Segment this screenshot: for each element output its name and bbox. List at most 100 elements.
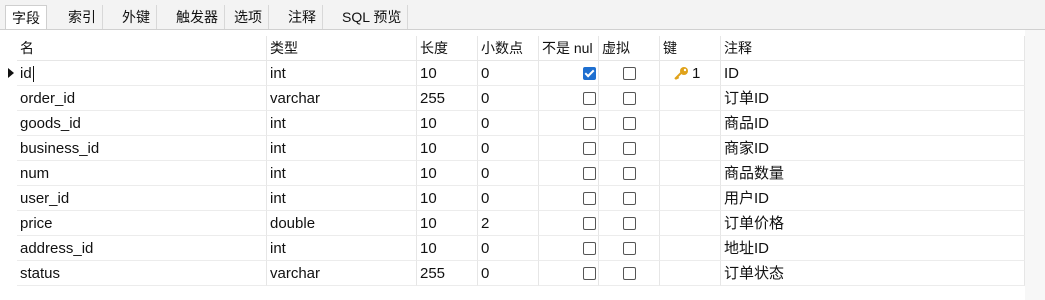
not-null-checkbox[interactable]: [583, 267, 596, 280]
virtual-checkbox[interactable]: [623, 242, 636, 255]
cell-name[interactable]: id: [17, 61, 267, 86]
cell-length[interactable]: 10: [417, 136, 478, 161]
cell-not-null: [539, 61, 599, 86]
cell-decimals[interactable]: 0: [478, 111, 539, 136]
cell-type[interactable]: varchar: [267, 261, 417, 286]
cell-key[interactable]: [660, 211, 721, 236]
table-row[interactable]: goods_id int 10 0 商品ID: [17, 111, 1025, 136]
not-null-checkbox[interactable]: [583, 217, 596, 230]
cell-length[interactable]: 10: [417, 236, 478, 261]
tab-options[interactable]: 选项: [228, 5, 269, 30]
cell-comment[interactable]: 订单状态: [721, 261, 1025, 286]
virtual-checkbox[interactable]: [623, 217, 636, 230]
tab-triggers[interactable]: 触发器: [170, 5, 225, 30]
table-row[interactable]: user_id int 10 0 用户ID: [17, 186, 1025, 211]
cell-name[interactable]: price: [17, 211, 267, 236]
virtual-checkbox[interactable]: [623, 117, 636, 130]
table-row[interactable]: id int 10 0 1 ID: [17, 61, 1025, 86]
cell-type[interactable]: varchar: [267, 86, 417, 111]
cell-type[interactable]: int: [267, 186, 417, 211]
table-row[interactable]: price double 10 2 订单价格: [17, 211, 1025, 236]
cell-decimals[interactable]: 0: [478, 61, 539, 86]
cell-key[interactable]: [660, 86, 721, 111]
cell-comment[interactable]: 商品数量: [721, 161, 1025, 186]
cell-comment[interactable]: 商家ID: [721, 136, 1025, 161]
column-header-name[interactable]: 名: [17, 36, 267, 61]
cell-comment[interactable]: ID: [721, 61, 1025, 86]
virtual-checkbox[interactable]: [623, 92, 636, 105]
table-row[interactable]: num int 10 0 商品数量: [17, 161, 1025, 186]
cell-name[interactable]: address_id: [17, 236, 267, 261]
cell-not-null: [539, 86, 599, 111]
cell-key[interactable]: [660, 186, 721, 211]
cell-key[interactable]: [660, 261, 721, 286]
cell-length[interactable]: 10: [417, 111, 478, 136]
cell-decimals[interactable]: 0: [478, 261, 539, 286]
table-row[interactable]: address_id int 10 0 地址ID: [17, 236, 1025, 261]
not-null-checkbox[interactable]: [583, 242, 596, 255]
virtual-checkbox[interactable]: [623, 192, 636, 205]
column-header-comment[interactable]: 注释: [721, 36, 1025, 61]
not-null-checkbox[interactable]: [583, 92, 596, 105]
cell-length[interactable]: 10: [417, 61, 478, 86]
cell-type[interactable]: int: [267, 236, 417, 261]
cell-comment[interactable]: 商品ID: [721, 111, 1025, 136]
cell-decimals[interactable]: 0: [478, 236, 539, 261]
virtual-checkbox[interactable]: [623, 167, 636, 180]
column-header-key[interactable]: 键: [660, 36, 721, 61]
cell-comment[interactable]: 用户ID: [721, 186, 1025, 211]
cell-key[interactable]: [660, 161, 721, 186]
cell-decimals[interactable]: 0: [478, 161, 539, 186]
cell-key[interactable]: [660, 111, 721, 136]
vertical-scrollbar[interactable]: [1025, 30, 1045, 300]
cell-name[interactable]: user_id: [17, 186, 267, 211]
cell-type[interactable]: int: [267, 111, 417, 136]
tab-comments[interactable]: 注释: [282, 5, 323, 30]
table-row[interactable]: status varchar 255 0 订单状态: [17, 261, 1025, 286]
cell-name[interactable]: num: [17, 161, 267, 186]
cell-name[interactable]: status: [17, 261, 267, 286]
not-null-checkbox[interactable]: [583, 167, 596, 180]
cell-comment[interactable]: 订单ID: [721, 86, 1025, 111]
not-null-checkbox[interactable]: [583, 142, 596, 155]
virtual-checkbox[interactable]: [623, 142, 636, 155]
cell-name[interactable]: business_id: [17, 136, 267, 161]
cell-decimals[interactable]: 0: [478, 86, 539, 111]
cell-name[interactable]: order_id: [17, 86, 267, 111]
cell-length[interactable]: 10: [417, 211, 478, 236]
column-header-decimals[interactable]: 小数点: [478, 36, 539, 61]
cell-decimals[interactable]: 0: [478, 136, 539, 161]
cell-type[interactable]: double: [267, 211, 417, 236]
cell-length[interactable]: 255: [417, 261, 478, 286]
column-header-virtual[interactable]: 虚拟: [599, 36, 660, 61]
tab-fields[interactable]: 字段: [5, 5, 47, 30]
cell-type[interactable]: int: [267, 161, 417, 186]
table-row[interactable]: business_id int 10 0 商家ID: [17, 136, 1025, 161]
column-header-not-null[interactable]: 不是 nul: [539, 36, 599, 61]
not-null-checkbox[interactable]: [583, 117, 596, 130]
table-row[interactable]: order_id varchar 255 0 订单ID: [17, 86, 1025, 111]
cell-key[interactable]: [660, 236, 721, 261]
cell-length[interactable]: 10: [417, 161, 478, 186]
cell-name[interactable]: goods_id: [17, 111, 267, 136]
virtual-checkbox[interactable]: [623, 267, 636, 280]
cell-type[interactable]: int: [267, 136, 417, 161]
cell-not-null: [539, 111, 599, 136]
cell-comment[interactable]: 地址ID: [721, 236, 1025, 261]
cell-key[interactable]: [660, 136, 721, 161]
tab-sql-preview[interactable]: SQL 预览: [336, 5, 409, 30]
not-null-checkbox[interactable]: [583, 192, 596, 205]
cell-decimals[interactable]: 2: [478, 211, 539, 236]
cell-length[interactable]: 255: [417, 86, 478, 111]
not-null-checkbox[interactable]: [583, 67, 596, 80]
column-header-type[interactable]: 类型: [267, 36, 417, 61]
cell-decimals[interactable]: 0: [478, 186, 539, 211]
cell-length[interactable]: 10: [417, 186, 478, 211]
tab-indexes[interactable]: 索引: [62, 5, 103, 30]
column-header-length[interactable]: 长度: [417, 36, 478, 61]
tab-foreign-keys[interactable]: 外键: [116, 5, 157, 30]
cell-key[interactable]: 1: [660, 61, 721, 86]
cell-comment[interactable]: 订单价格: [721, 211, 1025, 236]
cell-type[interactable]: int: [267, 61, 417, 86]
virtual-checkbox[interactable]: [623, 67, 636, 80]
